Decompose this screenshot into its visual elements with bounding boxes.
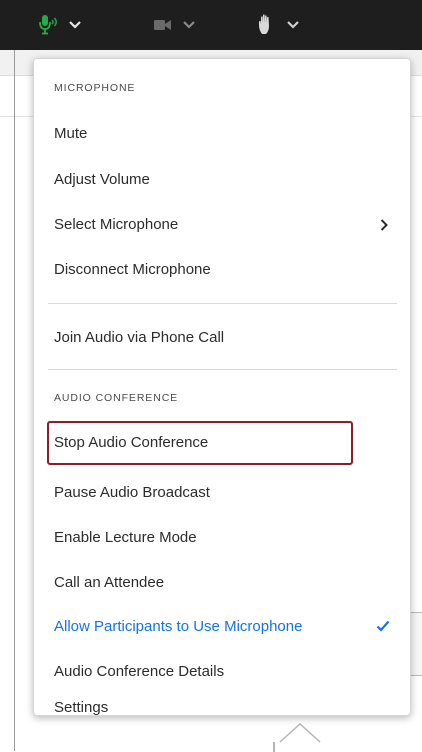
menu-item-join-audio-phone[interactable]: Join Audio via Phone Call	[34, 320, 410, 355]
menu-divider	[48, 303, 397, 304]
menu-divider	[48, 369, 397, 370]
menu-item-label: Enable Lecture Mode	[54, 529, 197, 546]
section-header-microphone: MICROPHONE	[54, 82, 136, 94]
menu-item-settings[interactable]: Settings	[34, 698, 410, 716]
menu-item-pause-audio-broadcast[interactable]: Pause Audio Broadcast	[34, 475, 410, 510]
menu-item-label: Join Audio via Phone Call	[54, 329, 225, 346]
microphone-icon	[39, 15, 57, 35]
menu-item-label: Mute	[54, 125, 88, 142]
menu-item-label: Disconnect Microphone	[54, 261, 211, 278]
menu-item-allow-participants-mic[interactable]: Allow Participants to Use Microphone	[34, 609, 410, 644]
raise-hand-button[interactable]	[256, 13, 300, 37]
camera-button[interactable]	[152, 13, 196, 37]
app-background-shape	[273, 722, 321, 752]
camera-icon	[154, 20, 171, 30]
menu-item-adjust-volume[interactable]: Adjust Volume	[34, 162, 410, 197]
microphone-button[interactable]	[38, 13, 82, 37]
audio-dropdown-menu: MICROPHONE Mute Adjust Volume Select Mic…	[33, 58, 411, 716]
menu-item-call-attendee[interactable]: Call an Attendee	[34, 565, 410, 600]
checkmark-icon	[376, 620, 390, 632]
raise-hand-icon	[259, 14, 269, 34]
chevron-down-icon	[183, 21, 195, 29]
meeting-toolbar	[0, 0, 422, 50]
menu-item-disconnect-microphone[interactable]: Disconnect Microphone	[34, 252, 410, 287]
menu-item-label: Select Microphone	[54, 216, 179, 233]
menu-item-label: Pause Audio Broadcast	[54, 484, 210, 501]
menu-item-select-microphone[interactable]: Select Microphone	[34, 207, 410, 242]
menu-item-label: Adjust Volume	[54, 171, 150, 188]
menu-item-label: Audio Conference Details	[54, 663, 225, 680]
app-panel-border	[14, 50, 15, 751]
chevron-down-icon	[287, 21, 299, 29]
menu-item-label: Settings	[54, 698, 109, 716]
chevron-down-icon	[69, 21, 81, 29]
menu-item-stop-audio-conference[interactable]: Stop Audio Conference	[34, 425, 410, 460]
menu-item-mute[interactable]: Mute	[34, 116, 410, 151]
chevron-right-icon	[380, 219, 388, 231]
menu-item-label: Allow Participants to Use Microphone	[54, 618, 303, 635]
menu-item-label: Call an Attendee	[54, 574, 165, 591]
menu-item-label: Stop Audio Conference	[54, 434, 209, 451]
menu-item-audio-conference-details[interactable]: Audio Conference Details	[34, 654, 410, 689]
section-header-audio-conference: AUDIO CONFERENCE	[54, 392, 179, 404]
menu-item-enable-lecture-mode[interactable]: Enable Lecture Mode	[34, 520, 410, 555]
